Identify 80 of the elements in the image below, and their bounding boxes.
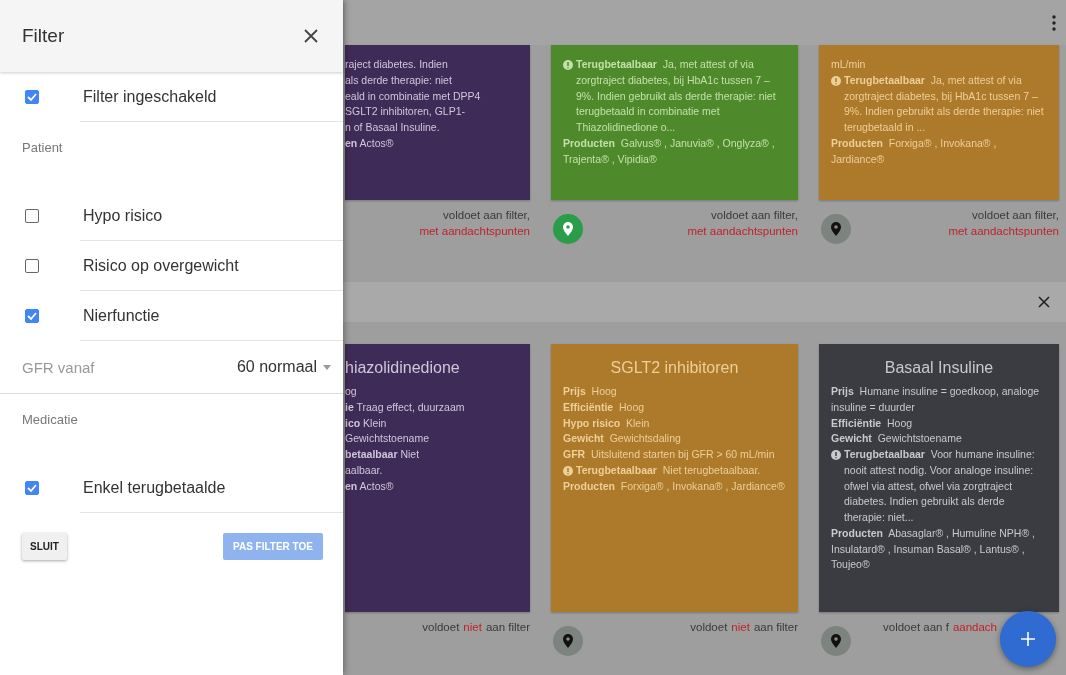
more-menu-icon[interactable] bbox=[1052, 14, 1056, 31]
card-text: Efficiëntie Hoog bbox=[831, 415, 913, 431]
card-text: raject diabetes. Indien bbox=[345, 57, 449, 72]
card-text: betaalbaar Niet bbox=[345, 447, 421, 462]
filter-status-text: aandach bbox=[952, 620, 997, 635]
card-title: Basaal Insuline bbox=[883, 358, 995, 378]
checkbox-label[interactable]: Enkel terugbetaalde bbox=[83, 479, 226, 497]
card-text: Gewichtstoename bbox=[345, 431, 431, 447]
checkbox[interactable] bbox=[25, 209, 39, 223]
filter-status-text: voldoet aan filter, bbox=[443, 208, 530, 223]
card-text: Producten Forxiga® , Invokana® , Jardiance® bbox=[831, 135, 998, 167]
select-label: GFR vanaf bbox=[22, 358, 95, 376]
filter-status-text: voldoet aan f bbox=[883, 620, 949, 635]
close-icon[interactable] bbox=[303, 28, 319, 44]
caret-icon bbox=[323, 364, 331, 370]
card-text: en Actos® bbox=[345, 478, 395, 494]
filter-status-text: aan filter bbox=[485, 620, 530, 635]
card-text: als derde therapie: niet bbox=[345, 72, 453, 88]
card-text: Prijs Hoog bbox=[563, 384, 617, 399]
card-title: hiazolidinedione bbox=[345, 358, 461, 378]
filter-status-text: voldoet aan filter, bbox=[972, 208, 1059, 223]
card-text: en Actos® bbox=[345, 135, 395, 151]
checkbox-label[interactable]: Hypo risico bbox=[83, 207, 163, 225]
card-text: Prijs Humane insuline = goedkoop, analoge insuline = duurder bbox=[831, 384, 1041, 415]
filter-status-text: voldoet bbox=[690, 620, 728, 635]
location-pin-button[interactable] bbox=[821, 214, 851, 244]
card-title: SGLT2 inhibitoren bbox=[609, 358, 740, 378]
location-pin-button[interactable] bbox=[553, 626, 583, 656]
card-text: Terugbetaalbaar Voor humane insuline: nooit attest nodig. Voor analoge insuline: ofwel via attest, ofwel via zorgtraject diabetes. Indien gebruikt als derde therapie: niet... bbox=[844, 447, 1036, 525]
card-text: ico Klein bbox=[345, 415, 388, 431]
card-text: aalbaar. bbox=[345, 462, 384, 478]
plus-icon bbox=[1020, 631, 1036, 647]
card-text: Producten Galvus® , Januvia® , Onglyza® , Trajenta® , Vipidia® bbox=[563, 135, 776, 167]
location-pin-button[interactable] bbox=[821, 626, 851, 656]
close-icon[interactable] bbox=[1038, 296, 1050, 308]
checkbox[interactable] bbox=[25, 481, 39, 495]
card-text: Efficiëntie Hoog bbox=[563, 399, 645, 415]
location-pin-icon bbox=[563, 634, 573, 648]
card-text: Gewicht Gewichtstoename bbox=[831, 431, 962, 447]
drawer-title: Filter bbox=[22, 25, 65, 47]
therapy-card[interactable]: raject diabetes. Indien als derde therapie: niet eald in combinatie met DPP4 SGLT2 inhibitoren, GLP1- n of Basaal Insuline. en Actos® bbox=[345, 45, 530, 200]
card-text: Terugbetaalbaar Ja, met attest of via zorgtraject diabetes, bij HbA1c tussen 7 – 9%. Indien gebruikt als derde therapie: niet terugbetaald in ... bbox=[844, 72, 1045, 135]
card-text: GFR Uitsluitend starten bij GFR > 60 mL/min bbox=[563, 447, 775, 462]
filter-status-text: met aandachtspunten bbox=[948, 223, 1059, 239]
checkbox[interactable] bbox=[25, 90, 39, 104]
card-text: Terugbetaalbaar Niet terugbetaalbaar. bbox=[576, 462, 761, 478]
location-pin-icon bbox=[831, 222, 841, 236]
filter-status-text: voldoet bbox=[422, 620, 460, 635]
filter-status-text: aan filter bbox=[753, 620, 798, 635]
location-pin-icon bbox=[831, 634, 841, 648]
card-text: n of Basaal Insuline. bbox=[345, 120, 441, 135]
checkbox-label[interactable]: Nierfunctie bbox=[83, 307, 160, 325]
card-text: Terugbetaalbaar Ja, met attest of via zorgtraject diabetes, bij HbA1c tussen 7 – 9%. Indien gebruikt als derde therapie: niet terugbetaald in combinatie met Thiazolidinedione o... bbox=[576, 57, 777, 135]
section-label: Medicatie bbox=[21, 411, 79, 429]
card-text: Producten Forxiga® , Invokana® , Jardiance® bbox=[563, 478, 785, 494]
therapy-card[interactable]: hiazolidinedione og ie Traag effect, duurzaam ico Klein Gewichtstoename betaalbaar Niet aalbaar. en Actos® bbox=[345, 344, 530, 612]
checkbox[interactable] bbox=[25, 259, 39, 273]
card-text: og bbox=[345, 384, 358, 399]
checkbox-label[interactable]: Risico op overgewicht bbox=[83, 257, 239, 275]
filter-status-text: met aandachtspunten bbox=[687, 223, 798, 239]
card-text: Hypo risico Klein bbox=[563, 415, 650, 431]
card-text: SGLT2 inhibitoren, GLP1- bbox=[345, 104, 467, 120]
checkbox-label[interactable]: Filter ingeschakeld bbox=[83, 88, 217, 106]
therapy-card[interactable] bbox=[819, 344, 1059, 612]
card-text: Gewicht Gewichtsdaling bbox=[563, 431, 681, 447]
checkbox[interactable] bbox=[25, 309, 39, 323]
gfr-dropdown[interactable]: 60 normaal bbox=[236, 358, 331, 376]
therapy-card[interactable] bbox=[551, 45, 798, 200]
location-pin-button[interactable] bbox=[553, 214, 583, 244]
filter-status-text: met aandachtspunten bbox=[419, 223, 530, 239]
card-text: eald in combinatie met DPP4 bbox=[345, 88, 482, 104]
section-label: Patient bbox=[21, 139, 64, 157]
location-pin-icon bbox=[563, 222, 573, 236]
card-text: mL/min bbox=[831, 57, 867, 72]
close-button[interactable]: SLUIT bbox=[22, 533, 67, 560]
filter-status-text: niet bbox=[463, 620, 482, 635]
filter-status-text: niet bbox=[731, 620, 750, 635]
card-text: Producten Abasaglar® , Humuline NPH® , Insulatard® , Insuman Basal® , Lantus® , Toujeo® bbox=[831, 525, 1036, 573]
filter-status-text: voldoet aan filter, bbox=[711, 208, 798, 223]
card-text: ie Traag effect, duurzaam bbox=[345, 399, 466, 415]
